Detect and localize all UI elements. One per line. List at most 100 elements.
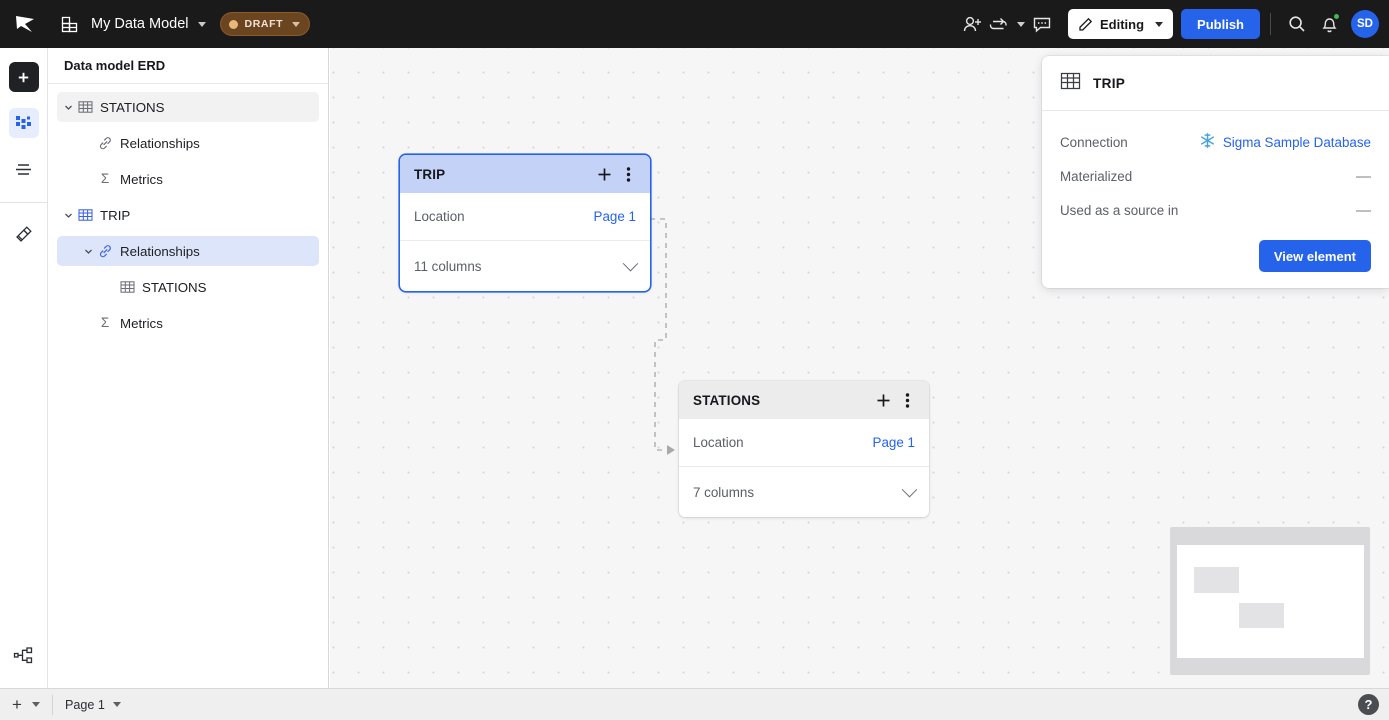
detail-row-materialized-value: — [1356,167,1371,185]
help-button[interactable]: ? [1358,694,1379,715]
avatar[interactable]: SD [1351,10,1379,38]
tree-item-metrics-2[interactable]: Σ Metrics [57,164,319,194]
minimap-viewport[interactable] [1177,545,1364,658]
draft-chevron-down-icon [292,21,301,27]
erd-node-trip[interactable]: TRIP Location Page 1 11 columns [400,155,650,291]
list-lines-icon [16,163,31,175]
add-page-chevron-down-icon[interactable] [31,702,40,707]
tree-item-stations-0[interactable]: STATIONS [57,92,319,122]
table-icon [75,208,95,222]
app-root: My Data Model DRAFT Editing Publish SD D… [0,0,1389,720]
elements-grid-icon [15,116,31,129]
erd-node-stations-row-value[interactable]: Page 1 [873,435,915,450]
erd-node-stations-columns-label: 7 columns [693,484,755,500]
view-element-button[interactable]: View element [1258,240,1371,272]
editing-chevron-down-icon [1155,21,1164,27]
erd-node-trip-row-value[interactable]: Page 1 [594,209,636,224]
document-title-chevron-down-icon[interactable] [197,21,206,27]
erd-node-trip-row-key: Location [414,209,465,224]
canvas-minimap[interactable] [1170,527,1370,675]
rail-add-element-button[interactable] [8,62,39,92]
rail-lineage-button[interactable] [9,640,39,670]
bottom-bar-divider [51,694,53,715]
detail-panel-header: TRIP [1042,56,1389,111]
notification-bell-icon[interactable] [1313,8,1345,40]
tree-panel-title: Data model ERD [48,48,328,84]
tree-item-stations-5[interactable]: STATIONS [57,272,319,302]
draft-status-badge[interactable]: DRAFT [219,12,311,36]
editing-mode-button[interactable]: Editing [1068,9,1174,39]
erd-node-stations-header[interactable]: STATIONS [679,381,929,419]
rail-theme-button[interactable] [9,219,39,249]
erd-node-stations[interactable]: STATIONS Location Page 1 7 columns [679,381,929,517]
toolbar-divider [1270,13,1271,35]
document-title[interactable]: My Data Model [91,16,189,32]
rail-elements-button[interactable] [8,108,39,138]
detail-row-used-as-source-value: — [1356,201,1371,219]
erd-node-stations-title: STATIONS [693,392,761,408]
bottom-bar: + Page 1 ? [0,688,1389,720]
erd-node-trip-row[interactable]: Location Page 1 [400,193,650,241]
version-history-icon[interactable] [988,8,1026,40]
chevron-down-icon[interactable] [61,103,75,112]
chevron-down-icon[interactable] [61,211,75,220]
erd-node-trip-plus-icon[interactable] [592,162,616,186]
erd-node-trip-more-vertical-icon[interactable] [616,162,640,186]
detail-panel-title: TRIP [1093,75,1126,91]
tree-item-relationships-1[interactable]: Relationships [57,128,319,158]
erd-node-stations-row-key: Location [693,435,744,450]
erd-node-stations-columns-toggle[interactable]: 7 columns [679,467,929,517]
comment-icon[interactable] [1026,8,1058,40]
element-detail-panel: TRIP Connection Sigma Sample Database Ma… [1042,56,1389,288]
erd-node-trip-chevron-down-icon[interactable] [622,255,639,271]
page-tab-chevron-down-icon[interactable] [112,702,121,707]
search-icon[interactable] [1281,8,1313,40]
detail-row-connection: Connection Sigma Sample Database [1060,125,1371,159]
link-icon [95,244,115,258]
add-page-button[interactable]: + [12,696,40,713]
snowflake-icon [1199,132,1216,152]
draft-label: DRAFT [244,18,284,30]
detail-row-used-as-source: Used as a source in — [1060,193,1371,227]
detail-panel-body: Connection Sigma Sample Database Materia… [1042,111,1389,288]
erd-node-trip-header[interactable]: TRIP [400,155,650,193]
sigma-sum-icon: Σ [100,171,110,187]
toolbar-left-group: My Data Model DRAFT [8,7,311,41]
table-icon [1060,71,1081,96]
toolbar-right-group: Editing Publish SD [956,8,1379,40]
tree-item-relationships-4[interactable]: Relationships [57,236,319,266]
lineage-graph-icon [13,646,33,663]
tree-list: STATIONS Relationships Σ Metrics TRIP Relatio… [48,84,328,338]
version-chevron-down-icon[interactable] [1017,21,1025,27]
add-person-icon[interactable] [956,8,988,40]
tree-item-label: STATIONS [142,279,207,295]
tree-item-metrics-6[interactable]: Σ Metrics [57,308,319,338]
erd-node-stations-more-vertical-icon[interactable] [895,388,919,412]
minimap-node [1239,603,1284,628]
detail-row-materialized: Materialized — [1060,159,1371,193]
draft-dot-icon [228,19,238,29]
sigma-sum-icon: Σ [100,315,110,331]
data-model-icon [54,7,84,41]
tree-item-label: Relationships [120,243,200,259]
erd-node-stations-chevron-down-icon[interactable] [901,481,918,497]
data-model-tree-panel: Data model ERD STATIONS Relationships Σ Met… [48,48,329,688]
detail-connection-name[interactable]: Sigma Sample Database [1223,135,1371,150]
sigma-logo-icon[interactable] [8,7,42,41]
tree-item-label: Relationships [120,135,200,151]
detail-row-connection-value[interactable]: Sigma Sample Database [1199,132,1371,152]
rail-outline-button[interactable] [9,154,39,184]
publish-button[interactable]: Publish [1181,9,1260,39]
tree-item-trip-3[interactable]: TRIP [57,200,319,230]
page-tab-page-1[interactable]: Page 1 [65,698,121,712]
rail-divider [0,202,48,203]
erd-node-stations-plus-icon[interactable] [871,388,895,412]
detail-row-used-as-source-label: Used as a source in [1060,202,1179,218]
paintbrush-icon [15,226,32,242]
chevron-down-icon[interactable] [81,247,95,256]
erd-node-trip-title: TRIP [414,166,446,182]
notification-badge-dot [1333,13,1340,20]
tree-item-label: Metrics [120,315,163,331]
erd-node-trip-columns-toggle[interactable]: 11 columns [400,241,650,291]
erd-node-stations-row[interactable]: Location Page 1 [679,419,929,467]
